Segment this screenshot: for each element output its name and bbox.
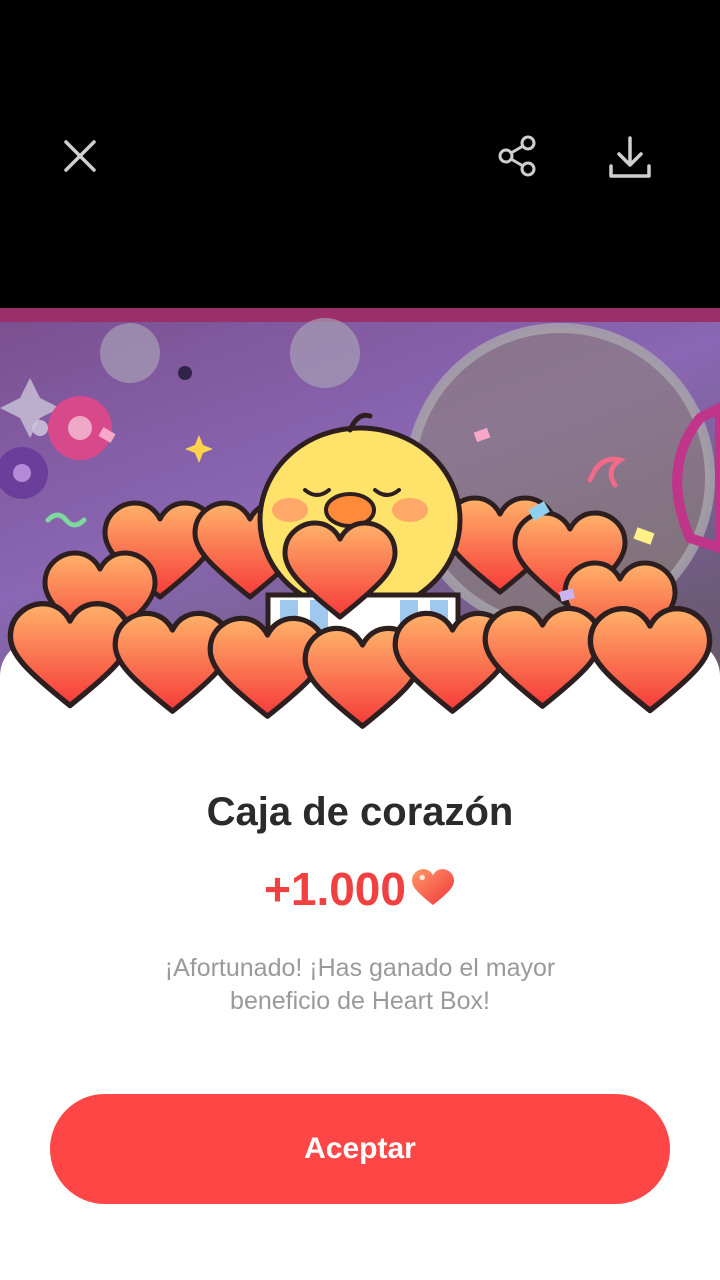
heart-icon	[411, 869, 454, 906]
share-icon	[498, 135, 536, 177]
close-icon	[64, 140, 96, 172]
dialog-title: Caja de corazón	[206, 790, 514, 834]
reward-amount: +1.000	[0, 862, 720, 916]
accept-button[interactable]: Aceptar	[50, 1094, 670, 1204]
close-button[interactable]	[56, 132, 104, 180]
download-button[interactable]	[604, 132, 656, 184]
download-icon	[609, 136, 651, 178]
top-bar	[0, 0, 720, 308]
dialog-message: ¡Afortunado! ¡Has ganado el mayor benefi…	[164, 954, 556, 1015]
reward-amount-text: +1.000	[264, 863, 406, 915]
share-button[interactable]	[494, 132, 542, 180]
heart-box-illustration	[0, 412, 720, 760]
